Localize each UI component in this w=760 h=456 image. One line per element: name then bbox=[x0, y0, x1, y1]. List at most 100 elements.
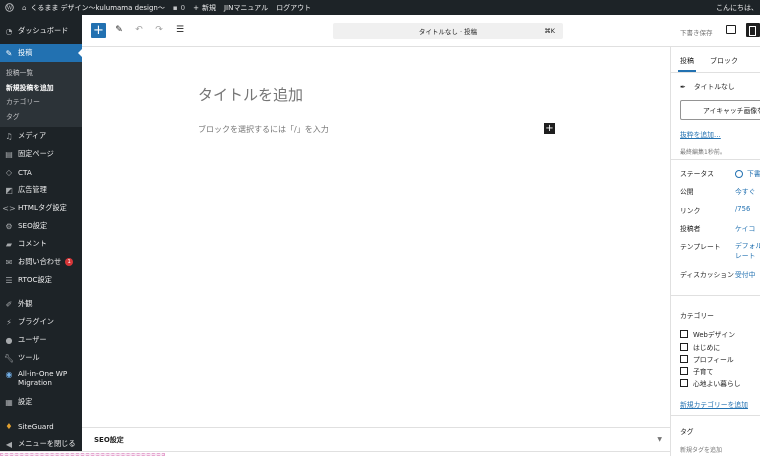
gear-icon: ⚙ bbox=[5, 221, 13, 231]
checkbox-icon bbox=[680, 379, 688, 387]
site-name-link[interactable]: ⌂ くるまま デザイン〜kulumama design〜 bbox=[18, 0, 169, 15]
category-checkbox[interactable]: プロフィール bbox=[680, 354, 734, 364]
sidebar-item-label: 固定ページ bbox=[18, 149, 54, 158]
status-value[interactable]: 下書 bbox=[735, 168, 760, 178]
template-value-line2: レート bbox=[735, 252, 756, 260]
inline-block-inserter-button[interactable]: + bbox=[544, 123, 555, 134]
sidebar-item-ads[interactable]: ◩ 広告管理 bbox=[0, 181, 82, 199]
sidebar-item-cta[interactable]: ◇ CTA bbox=[0, 163, 82, 181]
sidebar-item-users[interactable]: ● ユーザー bbox=[0, 331, 82, 349]
seo-settings-metabox[interactable]: SEO設定 ▼ bbox=[82, 427, 670, 451]
add-new-category-link[interactable]: 新規カテゴリーを追加 bbox=[680, 399, 748, 409]
author-label: 投稿者 bbox=[680, 225, 701, 233]
sidebar-item-appearance[interactable]: ✐ 外観 bbox=[0, 295, 82, 313]
category-label: Webデザイン bbox=[693, 331, 736, 339]
migration-label-line1: All-in-One WP bbox=[18, 369, 68, 378]
sidebar-item-media[interactable]: ♫ メディア bbox=[0, 127, 82, 145]
sidebar-item-label: プラグイン bbox=[18, 317, 54, 326]
sidebar-item-settings[interactable]: ▦ 設定 bbox=[0, 393, 82, 411]
sidebar-item-tools[interactable]: 🔧︎ ツール bbox=[0, 349, 82, 367]
comments-link[interactable]: ▪ 0 bbox=[169, 0, 189, 15]
sidebar-item-posts[interactable]: ✎ 投稿 bbox=[0, 44, 82, 62]
keyboard-shortcut-label: ⌘K bbox=[544, 27, 555, 35]
publish-value[interactable]: 今すぐ bbox=[735, 186, 755, 196]
category-checkbox[interactable]: Webデザイン bbox=[680, 329, 735, 339]
tag-icon: ◇ bbox=[5, 167, 13, 177]
publish-label: 公開 bbox=[680, 188, 694, 196]
plus-icon: + bbox=[193, 3, 199, 12]
category-checkbox[interactable]: 心地よい暮らし bbox=[680, 378, 741, 388]
migration-label-line2: Migration bbox=[18, 378, 52, 387]
link-value[interactable]: /756 bbox=[735, 205, 750, 213]
paintbrush-icon: ✐ bbox=[5, 299, 13, 309]
editor-canvas: タイトルを追加 ブロックを選択するには「/」を入力 + bbox=[82, 47, 670, 427]
author-value[interactable]: ケイコ bbox=[735, 223, 755, 233]
settings-sidebar-toggle-icon[interactable] bbox=[746, 23, 760, 37]
category-checkbox[interactable]: 子育て bbox=[680, 366, 713, 376]
logout-link[interactable]: ログアウト bbox=[272, 0, 315, 15]
new-content-label: 新規 bbox=[201, 3, 216, 12]
submenu-all-posts[interactable]: 投稿一覧 bbox=[0, 65, 82, 80]
comments-count: 0 bbox=[180, 3, 186, 12]
editor-toolbar: + ✎ ↶ ↷ ☰ タイトルなし · 投稿 ⌘K 下書き保存 bbox=[82, 15, 760, 47]
sidebar-item-label: All-in-One WP Migration bbox=[18, 369, 67, 387]
block-inserter-button[interactable]: + bbox=[91, 23, 106, 38]
status-strip bbox=[0, 451, 760, 456]
tab-post[interactable]: 投稿 bbox=[678, 56, 696, 72]
featured-image-button[interactable]: アイキャッチ画像を bbox=[680, 100, 760, 120]
sidebar-item-comments[interactable]: ▰ コメント bbox=[0, 235, 82, 253]
sidebar-item-label: ツール bbox=[18, 353, 40, 362]
template-value[interactable]: デフォル レート bbox=[735, 241, 760, 261]
metabox-title: SEO設定 bbox=[94, 435, 124, 444]
admin-bar: W ⌂ くるまま デザイン〜kulumama design〜 ▪ 0 + 新規 … bbox=[0, 0, 760, 15]
list-icon: ☰ bbox=[5, 275, 13, 285]
save-draft-button[interactable]: 下書き保存 bbox=[680, 27, 713, 37]
sidebar-item-pages[interactable]: ▤ 固定ページ bbox=[0, 145, 82, 163]
chevron-down-icon[interactable]: ▼ bbox=[657, 436, 662, 443]
mail-icon: ✉ bbox=[5, 257, 13, 267]
checkbox-icon bbox=[680, 343, 688, 351]
category-checkbox[interactable]: はじめに bbox=[680, 342, 720, 352]
jin-manual-link[interactable]: JINマニュアル bbox=[220, 0, 272, 15]
sidebar-item-label: SEO設定 bbox=[18, 221, 48, 230]
command-palette-button[interactable]: タイトルなし · 投稿 ⌘K bbox=[333, 23, 563, 39]
sidebar-item-seo[interactable]: ⚙ SEO設定 bbox=[0, 217, 82, 235]
undo-icon[interactable]: ↶ bbox=[133, 24, 145, 36]
submenu-categories[interactable]: カテゴリー bbox=[0, 94, 82, 109]
sidebar-item-label: HTMLタグ設定 bbox=[18, 203, 67, 212]
sidebar-item-rtoc[interactable]: ☰ RTOC設定 bbox=[0, 271, 82, 289]
post-title-input[interactable]: タイトルを追加 bbox=[198, 84, 303, 105]
sidebar-item-siteguard[interactable]: ♦ SiteGuard bbox=[0, 417, 82, 435]
discussion-label: ディスカッション bbox=[680, 271, 734, 279]
new-content-link[interactable]: + 新規 bbox=[189, 0, 220, 15]
tab-block[interactable]: ブロック bbox=[710, 56, 738, 66]
greeting-account-link[interactable]: こんにちは、 bbox=[716, 3, 758, 13]
discussion-value[interactable]: 受付中 bbox=[735, 269, 755, 279]
sidebar-item-html-tags[interactable]: <> HTMLタグ設定 bbox=[0, 199, 82, 217]
preview-device-icon[interactable] bbox=[726, 25, 736, 34]
block-placeholder[interactable]: ブロックを選択するには「/」を入力 bbox=[198, 124, 329, 135]
status-label: ステータス bbox=[680, 170, 714, 178]
sidebar-item-contact[interactable]: ✉ お問い合わせ 1 bbox=[0, 253, 82, 271]
submenu-add-new-post[interactable]: 新規投稿を追加 bbox=[0, 80, 82, 95]
notification-badge: 1 bbox=[65, 258, 74, 266]
plugin-icon: ⚡ bbox=[6, 317, 12, 327]
tags-title: タグ bbox=[680, 428, 694, 436]
sidebar-item-plugins[interactable]: ⚡ プラグイン bbox=[0, 313, 82, 331]
sidebar-item-migration[interactable]: ◉ All-in-One WP Migration bbox=[0, 367, 82, 393]
wrench-icon: 🔧︎ bbox=[3, 353, 15, 363]
checkbox-icon bbox=[680, 367, 688, 375]
pencil-tools-icon[interactable]: ✎ bbox=[113, 24, 125, 36]
category-label: 心地よい暮らし bbox=[693, 380, 741, 388]
wordpress-logo-icon[interactable]: W bbox=[0, 0, 18, 15]
template-value-line1: デフォル bbox=[735, 242, 760, 250]
sidebar-item-label: 設定 bbox=[18, 397, 33, 406]
sidebar-item-label: RTOC設定 bbox=[18, 275, 52, 284]
sidebar-item-dashboard[interactable]: ◔ ダッシュボード bbox=[0, 22, 82, 40]
redo-icon[interactable]: ↷ bbox=[153, 24, 165, 36]
add-excerpt-link[interactable]: 抜粋を追加… bbox=[680, 129, 721, 139]
submenu-tags[interactable]: タグ bbox=[0, 109, 82, 124]
document-overview-icon[interactable]: ☰ bbox=[174, 24, 186, 36]
site-name-label: くるまま デザイン〜kulumama design〜 bbox=[30, 3, 165, 12]
template-label: テンプレート bbox=[680, 243, 721, 251]
